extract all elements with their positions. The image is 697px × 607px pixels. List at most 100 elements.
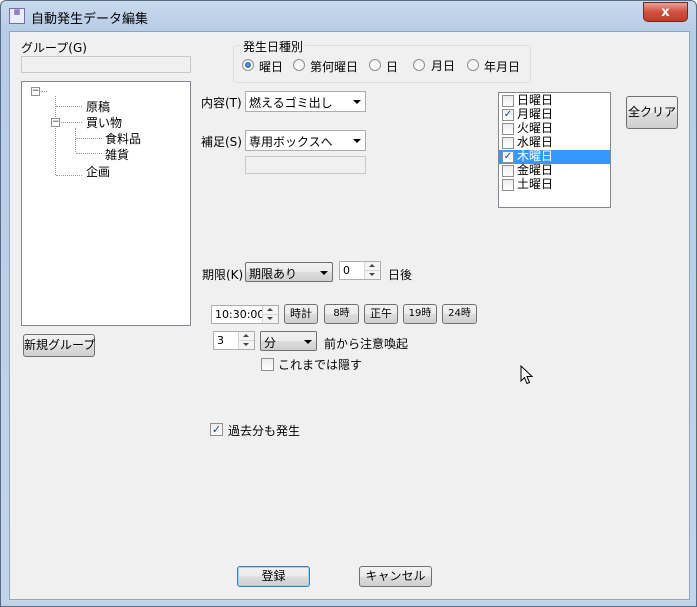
noon-button[interactable]: 正午 (364, 304, 398, 324)
collapse-shopping-icon[interactable]: − (51, 118, 60, 127)
spinner-buttons[interactable] (262, 306, 278, 323)
nineteen-oclock-button[interactable]: 19時 (403, 304, 437, 324)
chevron-down-icon[interactable] (299, 332, 316, 350)
weekday-checklist[interactable]: 日曜日 ✓ 月曜日 火曜日 水曜日 ✓ 木曜日 金曜日 土曜日 (498, 92, 611, 208)
group-label: グループ(G) (21, 41, 87, 55)
chevron-down-icon[interactable] (348, 92, 365, 111)
weekday-label: 日曜日 (517, 93, 554, 107)
spin-down-icon[interactable] (239, 341, 254, 350)
hide-until-checkbox[interactable] (261, 358, 274, 371)
weekday-item-saturday[interactable]: 土曜日 (499, 178, 610, 192)
tree-line (75, 128, 76, 152)
weekday-item-thursday[interactable]: ✓ 木曜日 (499, 150, 610, 164)
deadline-label: 期限(K) (202, 268, 244, 282)
radio-nth-weekday[interactable] (293, 59, 305, 71)
eight-oclock-button[interactable]: 8時 (324, 304, 359, 324)
tree-line (76, 138, 102, 139)
radio-weekday[interactable] (242, 59, 254, 71)
mouse-cursor-icon (520, 365, 534, 385)
cancel-button[interactable]: キャンセル (359, 566, 432, 587)
generate-past-checkbox[interactable]: ✓ (210, 423, 223, 436)
generate-past-label[interactable]: 過去分も発生 (228, 422, 300, 439)
supplement-combobox[interactable]: 専用ボックスへ (245, 130, 366, 151)
radio-weekday-label[interactable]: 曜日 (259, 58, 283, 75)
dialog-client-area: グループ(G) − 原稿 − 買い物 食料品 雑貨 企画 新規グループ 発生日種… (9, 31, 690, 600)
tree-item-food[interactable]: 食料品 (105, 130, 141, 147)
weekday-item-sunday[interactable]: 日曜日 (499, 94, 610, 108)
tree-line (55, 96, 56, 175)
weekday-label: 土曜日 (517, 177, 554, 191)
register-button[interactable]: 登録 (237, 566, 310, 587)
radio-day-label[interactable]: 日 (386, 58, 398, 75)
supplement-label: 補足(S) (201, 135, 242, 149)
deadline-days-spinner[interactable]: 0 (339, 261, 381, 280)
hide-until-label[interactable]: これまでは隠す (278, 356, 362, 373)
weekday-label: 火曜日 (517, 121, 554, 135)
checkbox-friday[interactable] (502, 165, 514, 177)
content-value: 燃えるゴミ出し (249, 96, 333, 110)
dialog-window: ▦ 自動発生データ編集 x グループ(G) − 原稿 − 買い物 食料品 雑貨 … (0, 0, 697, 607)
weekday-label: 水曜日 (517, 135, 554, 149)
checkbox-monday[interactable]: ✓ (502, 109, 514, 121)
checkbox-saturday[interactable] (502, 179, 514, 191)
supplement-extra-field (245, 156, 366, 174)
spin-down-icon[interactable] (263, 315, 278, 324)
alert-unit-value: 分 (264, 336, 277, 350)
collapse-root-icon[interactable]: − (31, 87, 40, 96)
spinner-buttons[interactable] (238, 332, 254, 349)
deadline-mode-combobox[interactable]: 期限あり (245, 262, 333, 282)
group-tree[interactable]: − 原稿 − 買い物 食料品 雑貨 企画 (21, 81, 191, 326)
close-button[interactable]: x (643, 2, 688, 22)
time-value: 10:30:00 (215, 308, 265, 321)
tree-item-goods[interactable]: 雑貨 (105, 146, 129, 163)
title-bar[interactable]: ▦ 自動発生データ編集 x (1, 1, 696, 31)
time-spinner[interactable]: 10:30:00 (211, 305, 279, 324)
chevron-down-icon[interactable] (315, 263, 332, 281)
twentyfour-oclock-button[interactable]: 24時 (442, 304, 477, 324)
chevron-down-icon[interactable] (348, 131, 365, 150)
spinner-buttons[interactable] (364, 262, 380, 279)
app-calendar-icon: ▦ (9, 8, 25, 24)
spin-up-icon[interactable] (365, 262, 380, 271)
checkbox-sunday[interactable] (502, 95, 514, 107)
alert-suffix-label: 前から注意喚起 (324, 337, 409, 351)
window-title: 自動発生データ編集 (31, 12, 149, 27)
tree-item-genko[interactable]: 原稿 (86, 98, 110, 115)
alert-amount-spinner[interactable]: 3 (213, 331, 255, 350)
clock-button[interactable]: 時計 (284, 304, 318, 324)
new-group-button[interactable]: 新規グループ (23, 334, 95, 357)
tree-line (61, 122, 82, 123)
weekday-item-tuesday[interactable]: 火曜日 (499, 122, 610, 136)
checkbox-wednesday[interactable] (502, 137, 514, 149)
radio-month-day-label[interactable]: 月日 (431, 57, 455, 74)
weekday-item-wednesday[interactable]: 水曜日 (499, 136, 610, 150)
deadline-days-suffix: 日後 (388, 268, 413, 282)
weekday-label: 金曜日 (517, 163, 554, 177)
group-name-field (21, 56, 191, 73)
occurrence-type-label: 発生日種別 (241, 38, 306, 55)
tree-line (56, 175, 82, 176)
radio-month-day[interactable] (413, 59, 425, 71)
tree-line (56, 106, 82, 107)
weekday-label: 月曜日 (517, 107, 554, 121)
content-combobox[interactable]: 燃えるゴミ出し (245, 91, 366, 112)
radio-year-month-day[interactable] (467, 59, 479, 71)
tree-item-shopping[interactable]: 買い物 (86, 114, 122, 131)
tree-line (41, 91, 47, 92)
supplement-value: 専用ボックスへ (249, 135, 333, 149)
alert-unit-combobox[interactable]: 分 (260, 331, 317, 351)
clear-all-button[interactable]: 全クリア (626, 96, 678, 129)
weekday-item-friday[interactable]: 金曜日 (499, 164, 610, 178)
weekday-item-monday[interactable]: ✓ 月曜日 (499, 108, 610, 122)
tree-item-kikaku[interactable]: 企画 (86, 163, 110, 180)
spin-up-icon[interactable] (239, 332, 254, 341)
alert-amount-value: 3 (217, 334, 224, 347)
spin-down-icon[interactable] (365, 271, 380, 280)
radio-day[interactable] (369, 59, 381, 71)
radio-nth-weekday-label[interactable]: 第何曜日 (310, 58, 358, 75)
deadline-mode-value: 期限あり (249, 267, 298, 281)
checkbox-thursday[interactable]: ✓ (502, 151, 514, 163)
spin-up-icon[interactable] (263, 306, 278, 315)
checkbox-tuesday[interactable] (502, 123, 514, 135)
radio-year-month-day-label[interactable]: 年月日 (484, 58, 520, 75)
